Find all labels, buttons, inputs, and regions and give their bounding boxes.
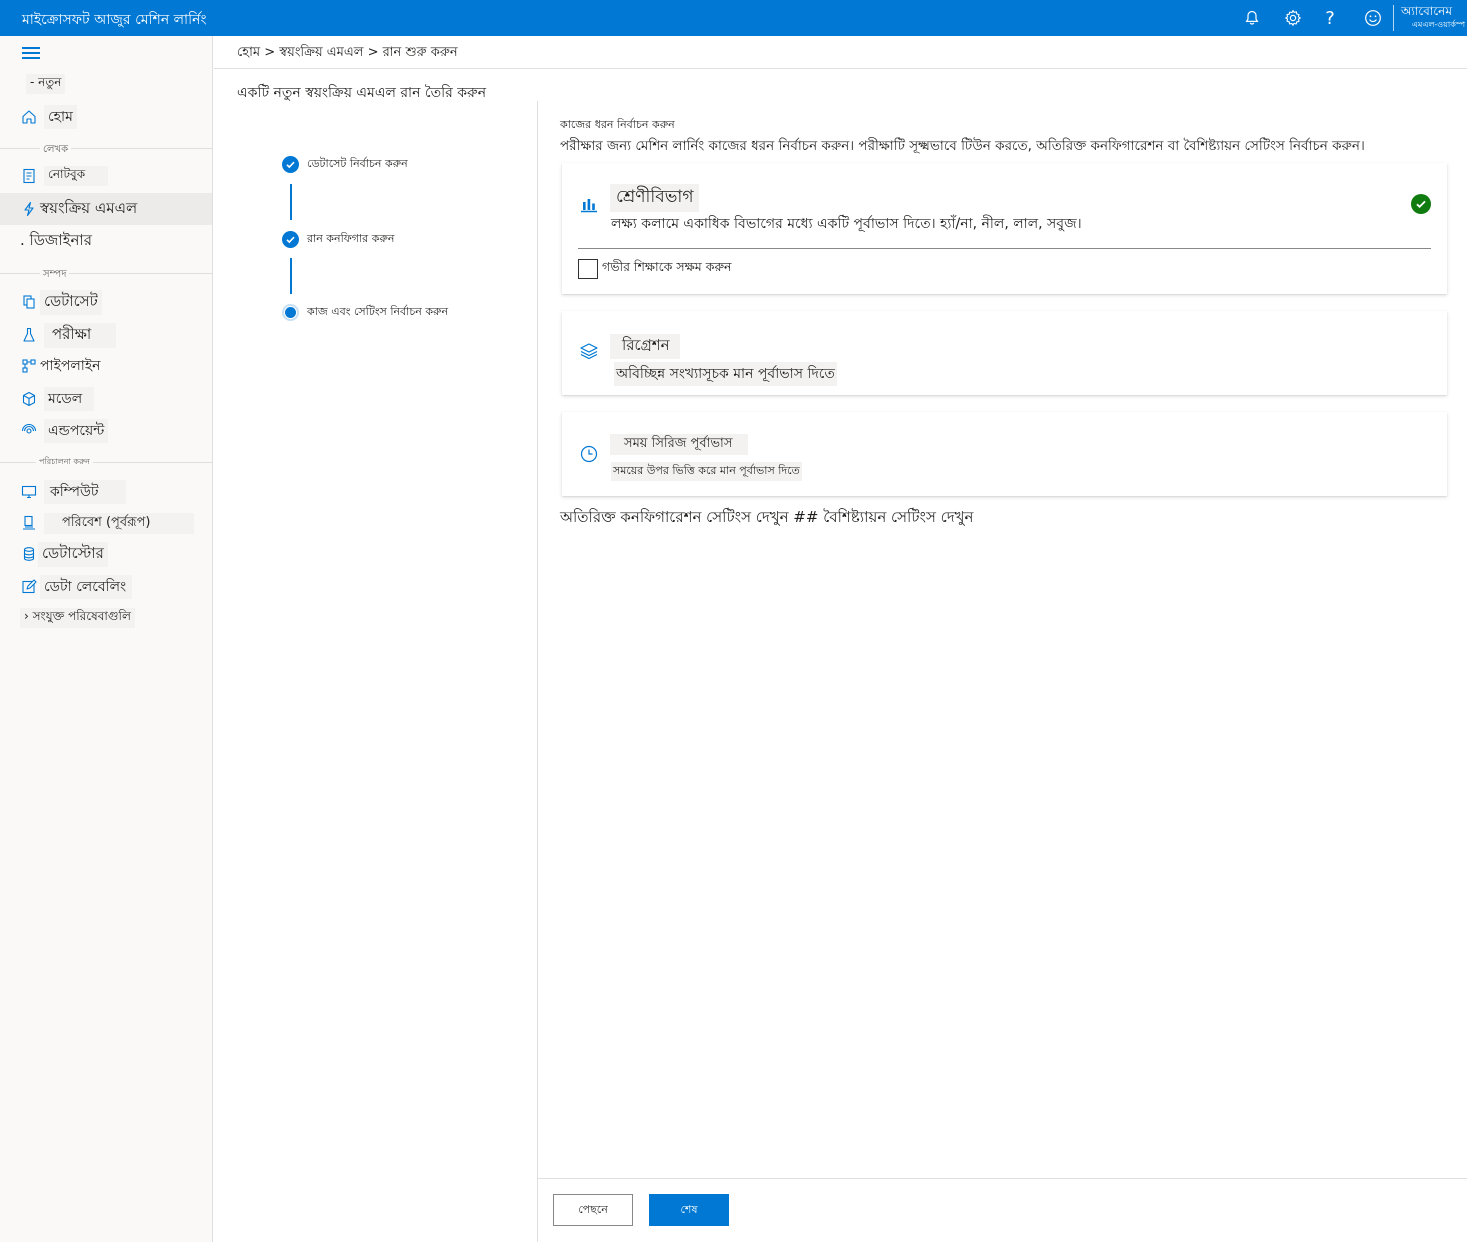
- computer-icon: [20, 483, 38, 501]
- task-card-title: রিগ্রেশন: [610, 334, 680, 359]
- home-icon: [20, 108, 38, 126]
- sidebar-section-manage: পরিচালনা করুন: [36, 456, 93, 469]
- account-workspace: এমএল-ওয়ার্কস্প: [1411, 20, 1465, 29]
- cube-icon: [20, 390, 38, 408]
- sidebar-item-home[interactable]: হোম: [20, 104, 77, 130]
- task-type-description: পরীক্ষার জন্য মেশিন লার্নিং কাজের ধরন নি…: [560, 138, 1365, 154]
- footer-divider: [538, 1178, 1467, 1179]
- sidebar-item-label: পাইপলাইন: [40, 358, 101, 374]
- sidebar-item-notebooks[interactable]: নোটবুক: [20, 163, 108, 189]
- sidebar-item-environments[interactable]: পরিবেশ (পূর্বরূপ): [20, 510, 194, 536]
- lightning-icon: [20, 200, 38, 218]
- sidebar-item-label: মডেল: [44, 387, 94, 411]
- wizard-step-label: ডেটাসেট নির্বাচন করুন: [307, 157, 408, 170]
- task-card-regression[interactable]: রিগ্রেশন অবিচ্ছিন্ন সংখ্যাসূচক মান পূর্ব…: [562, 311, 1447, 395]
- card-divider: [578, 248, 1431, 249]
- sidebar-item-data-labeling[interactable]: ডেটা লেবেলিং: [20, 574, 132, 600]
- environment-icon: [20, 514, 38, 532]
- additional-settings-link[interactable]: অতিরিক্ত কনফিগারেশন সেটিংস দেখুন ## বৈশি…: [560, 506, 973, 531]
- task-card-forecasting[interactable]: সময় সিরিজ পূর্বাভাস সময়ের উপর ভিত্তি ক…: [562, 412, 1447, 496]
- step-complete-icon: [282, 231, 299, 248]
- task-card-description: সময়ের উপর ভিত্তি করে মান পূর্বাভাস দিতে: [611, 462, 802, 481]
- top-bar: মাইক্রোসফট আজুর মেশিন লার্নিং ? অ্যাবোনে…: [0, 0, 1467, 36]
- sidebar-item-compute[interactable]: কম্পিউট: [20, 479, 126, 505]
- database-icon: [20, 545, 38, 563]
- flask-icon: [20, 326, 38, 344]
- account-name: অ্যাবোনেম: [1401, 4, 1452, 18]
- sidebar-item-label: ডেটাসেট: [40, 289, 102, 315]
- sidebar-item-endpoints[interactable]: এন্ডপয়েন্ট: [20, 418, 109, 444]
- task-type-heading: কাজের ধরন নির্বাচন করুন: [560, 118, 675, 131]
- deep-learning-label: গভীর শিক্ষাকে সক্ষম করুন: [602, 259, 732, 274]
- topbar-divider: [1393, 5, 1394, 31]
- sidebar-item-label: ডেটা লেবেলিং: [40, 575, 132, 599]
- sidebar-item-models[interactable]: মডেল: [20, 386, 94, 412]
- breadcrumb[interactable]: হোম > স্বয়ংক্রিয় এমএল > রান শুরু করুন: [237, 43, 458, 64]
- smiley-icon[interactable]: [1361, 6, 1385, 30]
- account-info[interactable]: অ্যাবোনেম এমএল-ওয়ার্কস্প: [1401, 3, 1467, 31]
- app-title[interactable]: মাইক্রোসফট আজুর মেশিন লার্নিং: [22, 8, 207, 32]
- bell-icon[interactable]: [1240, 6, 1264, 30]
- sidebar-item-linked-services[interactable]: › সংযুক্ত পরিষেবাগুলি: [20, 605, 135, 631]
- sidebar-item-label: পরীক্ষা: [44, 322, 116, 348]
- task-card-title: শ্রেণীবিভাগ: [610, 184, 700, 212]
- notebook-icon: [20, 167, 38, 185]
- sidebar-item-label: পরিবেশ (পূর্বরূপ): [44, 512, 194, 534]
- help-icon[interactable]: ?: [1318, 6, 1342, 30]
- sidebar-item-label: কম্পিউট: [44, 480, 126, 504]
- wizard-step-label: কাজ এবং সেটিংস নির্বাচন করুন: [307, 305, 449, 318]
- sidebar-item-automl[interactable]: স্বয়ংক্রিয় এমএল: [0, 193, 212, 225]
- sidebar-item-label: নোটবুক: [44, 166, 108, 186]
- sidebar-item-label: › সংযুক্ত পরিষেবাগুলি: [20, 608, 135, 628]
- wizard-connector: [290, 184, 292, 220]
- sidebar-item-label: ডেটাস্টোর: [38, 541, 108, 567]
- sidebar-item-datasets[interactable]: ডেটাসেট: [20, 289, 102, 315]
- clock-icon: [579, 444, 599, 464]
- dataset-icon: [20, 293, 38, 311]
- sidebar-divider: [0, 462, 212, 463]
- sidebar: - নতুন হোম লেখক নোটবুক স্বয়ংক্রিয় এমএল…: [0, 36, 213, 1242]
- finish-button[interactable]: শেষ: [649, 1194, 729, 1226]
- wizard-connector: [290, 258, 292, 294]
- deep-learning-checkbox[interactable]: [578, 259, 598, 279]
- wizard-step-label: রান কনফিগার করুন: [307, 232, 395, 245]
- task-card-description: অবিচ্ছিন্ন সংখ্যাসূচক মান পূর্বাভাস দিতে: [614, 362, 837, 386]
- page-title: একটি নতুন স্বয়ংক্রিয় এমএল রান তৈরি করু…: [237, 85, 487, 101]
- edit-icon: [20, 578, 38, 596]
- task-card-description: লক্ষ্য কলামে একাধিক বিভাগের মধ্যে একটি প…: [611, 216, 1082, 232]
- deep-learning-checkbox-row[interactable]: গভীর শিক্ষাকে সক্ষম করুন: [578, 259, 732, 279]
- sidebar-item-datastores[interactable]: ডেটাস্টোর: [20, 541, 108, 567]
- wizard-step-task-settings[interactable]: কাজ এবং সেটিংস নির্বাচন করুন: [282, 303, 448, 322]
- step-current-icon: [282, 304, 299, 321]
- task-card-classification[interactable]: শ্রেণীবিভাগ লক্ষ্য কলামে একাধিক বিভাগের …: [562, 163, 1447, 294]
- sidebar-item-new[interactable]: - নতুন: [20, 71, 66, 97]
- task-card-title: সময় সিরিজ পূর্বাভাস: [610, 434, 749, 455]
- pipeline-icon: [20, 357, 38, 375]
- sidebar-item-label: . ডিজাইনার: [20, 230, 92, 249]
- step-complete-icon: [282, 156, 299, 173]
- sidebar-item-designer[interactable]: . ডিজাইনার: [20, 228, 92, 254]
- back-button[interactable]: পেছনে: [553, 1194, 633, 1226]
- sidebar-item-pipelines[interactable]: পাইপলাইন: [20, 353, 100, 379]
- bar-chart-icon: [579, 194, 599, 214]
- wizard-step-configure-run[interactable]: রান কনফিগার করুন: [282, 230, 394, 249]
- sidebar-item-label: স্বয়ংক্রিয় এমএল: [40, 198, 138, 217]
- sidebar-item-label: - নতুন: [26, 74, 66, 94]
- sidebar-item-label: হোম: [44, 105, 77, 129]
- header-divider: [214, 68, 1467, 69]
- content-divider: [537, 101, 538, 1242]
- endpoint-icon: [20, 422, 38, 440]
- wizard-step-select-dataset[interactable]: ডেটাসেট নির্বাচন করুন: [282, 155, 408, 174]
- sidebar-item-experiments[interactable]: পরীক্ষা: [20, 322, 116, 348]
- sidebar-section-assets: সম্পদ: [40, 267, 70, 284]
- sidebar-item-label: এন্ডপয়েন্ট: [44, 419, 109, 443]
- sidebar-section-author: লেখক: [40, 142, 72, 159]
- layers-icon: [579, 341, 599, 361]
- selected-check-icon: [1411, 194, 1431, 214]
- gear-icon[interactable]: [1281, 6, 1305, 30]
- sidebar-divider: [0, 148, 212, 149]
- sidebar-divider: [0, 273, 212, 274]
- hamburger-menu-icon[interactable]: [22, 47, 40, 61]
